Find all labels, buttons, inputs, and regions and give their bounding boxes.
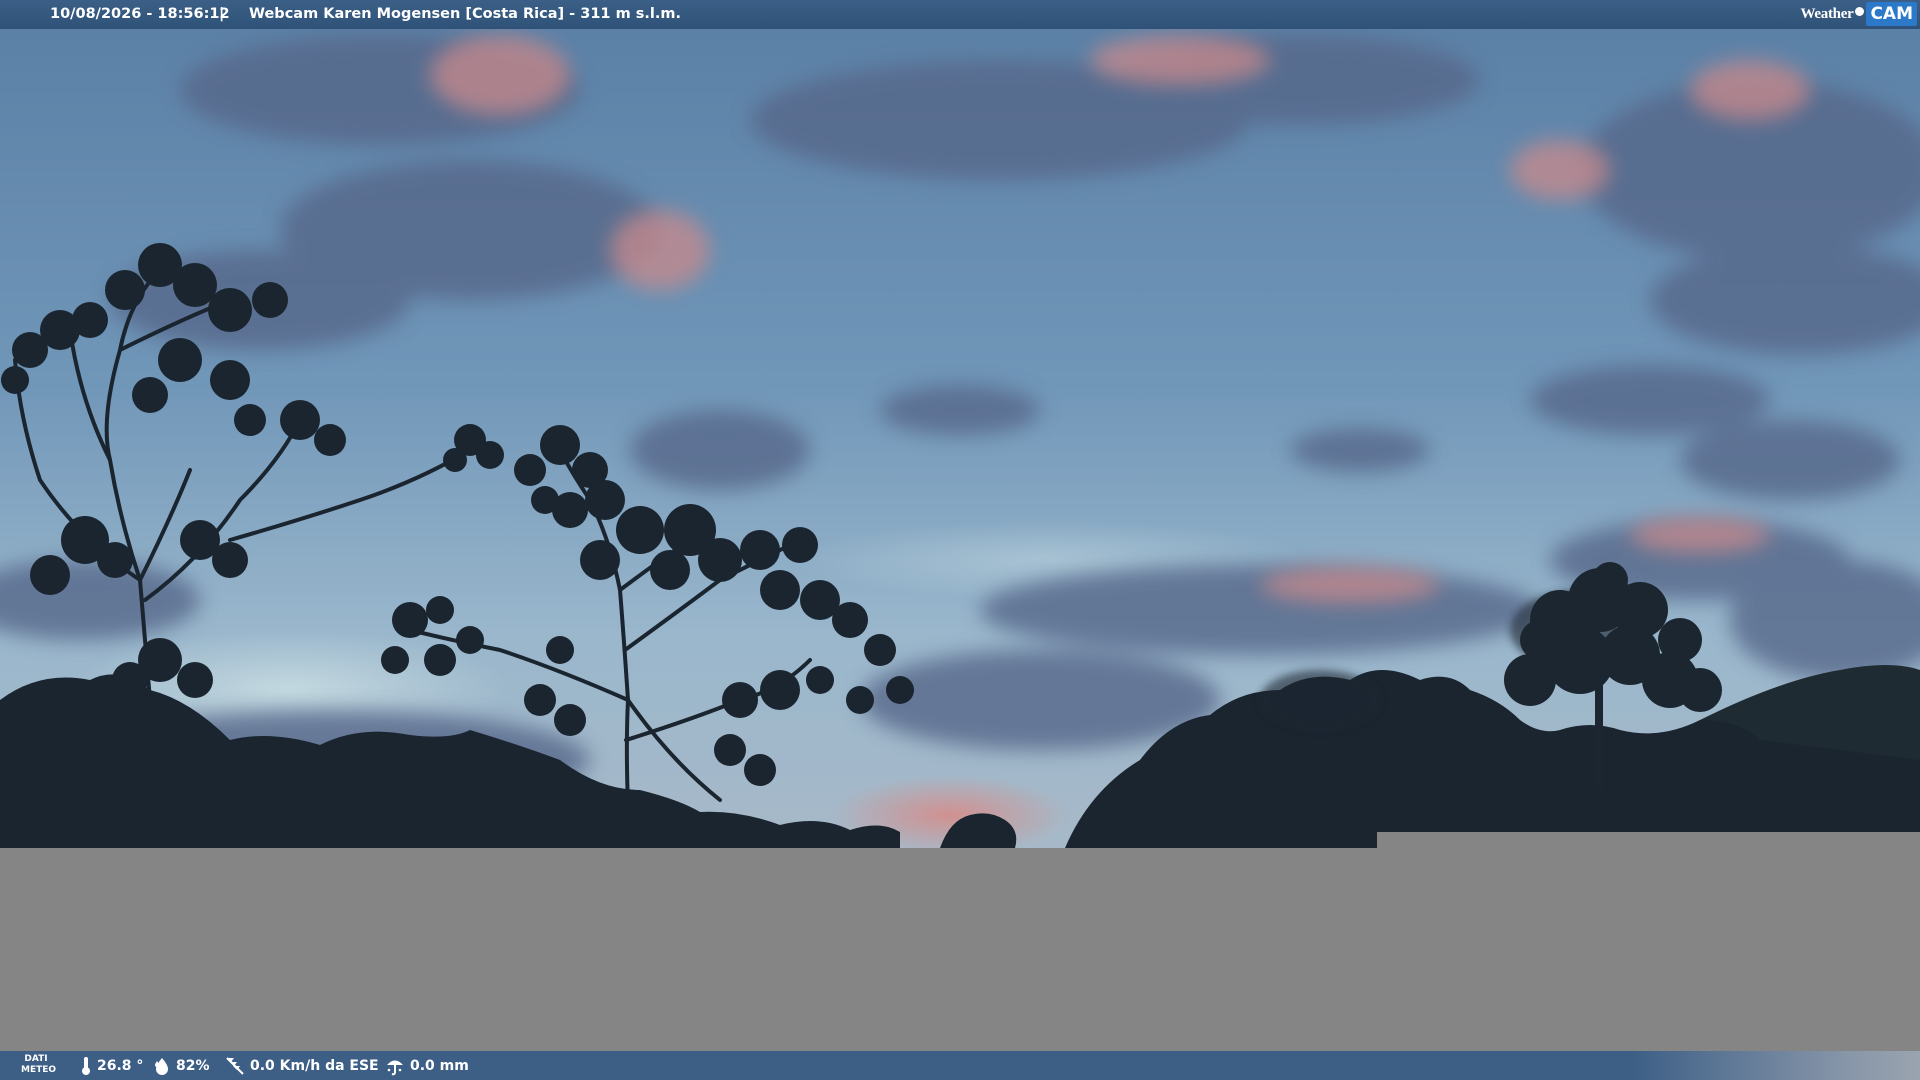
- timestamp: 10/08/2026 - 18:56:12: [50, 6, 230, 22]
- rain-value: 0.0 mm: [410, 1057, 469, 1074]
- gray-panel-step: [1377, 832, 1920, 848]
- rain-reading: 0.0 mm: [385, 1051, 469, 1080]
- separator: |: [219, 6, 225, 22]
- temperature-reading: 26.8 °: [80, 1051, 143, 1080]
- thermometer-icon: [82, 1056, 90, 1075]
- temperature-value: 26.8 °: [97, 1057, 144, 1074]
- dati-meteo-label[interactable]: DATI METEO: [21, 1054, 56, 1076]
- gray-panel: [0, 848, 1920, 1051]
- humidity-icon: [155, 1057, 168, 1075]
- rain-gauge-icon: [387, 1060, 403, 1075]
- logo-cam-text: CAM: [1866, 2, 1917, 26]
- wind-value: 0.0 Km/h da ESE: [250, 1057, 379, 1074]
- humidity-value: 82%: [176, 1057, 210, 1074]
- weathercam-logo[interactable]: Weather CAM: [1801, 2, 1917, 26]
- webcam-title: Webcam Karen Mogensen [Costa Rica] - 311…: [249, 6, 681, 22]
- wind-icon: [226, 1056, 244, 1075]
- weather-data-bar: DATI METEO 26.8 ° 82% 0.0 Km/h da ESE 0.…: [0, 1051, 1920, 1080]
- logo-weather-text: Weather: [1800, 5, 1854, 22]
- humidity-reading: 82%: [153, 1051, 210, 1080]
- top-info-bar: 10/08/2026 - 18:56:12 | Webcam Karen Mog…: [0, 0, 1920, 29]
- logo-dot-icon: [1855, 6, 1865, 16]
- wind-reading: 0.0 Km/h da ESE: [225, 1051, 379, 1080]
- webcam-image: [0, 0, 1920, 848]
